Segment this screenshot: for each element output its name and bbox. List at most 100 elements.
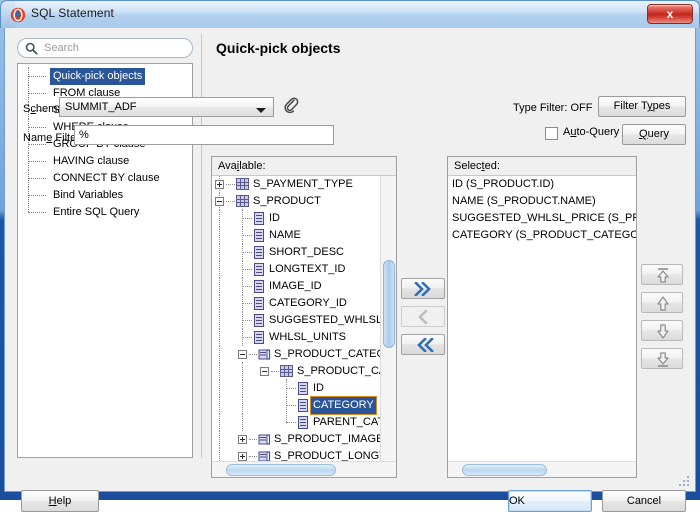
selected-panel: Selected: ID (S_PRODUCT.ID) NAME (S_PROD… — [447, 156, 637, 478]
tree-row-label: S_PRODUCT — [253, 195, 321, 207]
list-item[interactable]: SUGGESTED_WHLSL_PRICE (S_PROD — [448, 210, 636, 227]
expander-icon[interactable] — [260, 367, 269, 376]
selected-list[interactable]: ID (S_PRODUCT.ID) NAME (S_PRODUCT.NAME) … — [448, 176, 636, 477]
sidebar-item-connect-by-clause[interactable]: CONNECT BY clause — [18, 169, 192, 187]
double-chevron-right-icon — [414, 282, 431, 296]
tree-row-label: IMAGE_ID — [269, 280, 322, 292]
column-icon — [254, 212, 264, 225]
list-item[interactable]: NAME (S_PRODUCT.NAME) — [448, 193, 636, 210]
list-item[interactable]: ID (S_PRODUCT.ID) — [448, 176, 636, 193]
ok-button[interactable]: OK — [508, 490, 592, 512]
selected-horizontal-scrollbar[interactable] — [448, 461, 636, 477]
arrow-down-to-line-icon — [657, 352, 669, 367]
title-bar: SQL Statement x — [0, 0, 700, 29]
expander-icon[interactable] — [238, 452, 247, 461]
tree-row[interactable]: LONGTEXT_ID — [212, 260, 396, 278]
table-icon — [236, 195, 249, 207]
sidebar-item-entire-sql-query[interactable]: Entire SQL Query — [18, 203, 192, 221]
scrollbar-thumb[interactable] — [462, 464, 547, 476]
cancel-button[interactable]: Cancel — [602, 490, 686, 512]
available-horizontal-scrollbar[interactable] — [212, 461, 396, 477]
sidebar-item-having-clause[interactable]: HAVING clause — [18, 152, 192, 170]
auto-query-label: Auto-Query — [563, 126, 620, 138]
available-tree[interactable]: S_PAYMENT_TYPE S_PRODUCT ID NAME SHORT_D… — [212, 176, 396, 477]
tree-row-label: S_PRODUCT_IMAGE_ — [274, 433, 390, 445]
tree-row-label: ID — [313, 382, 324, 394]
single-chevron-left-icon — [418, 310, 428, 324]
tree-row[interactable]: NAME — [212, 226, 396, 244]
navigation-tree[interactable]: Quick-pick objects FROM clause SELECT cl… — [17, 63, 193, 458]
move-to-top-button[interactable] — [641, 264, 683, 285]
tree-guide — [28, 203, 29, 212]
double-chevron-left-icon — [417, 338, 434, 352]
expander-icon[interactable] — [238, 350, 247, 359]
resize-grip[interactable] — [679, 476, 691, 488]
tree-row-label: CATEGORY_ID — [269, 297, 347, 309]
tree-row[interactable]: PARENT_CAT — [212, 413, 396, 431]
column-icon — [254, 246, 264, 259]
tree-row[interactable]: ID — [212, 379, 396, 397]
close-button[interactable]: x — [647, 4, 693, 24]
column-icon — [254, 314, 264, 327]
available-panel: Available: S_PAYMENT_TYPE S_PRODUCT ID N… — [211, 156, 397, 478]
expander-icon[interactable] — [238, 435, 247, 444]
column-icon — [254, 331, 264, 344]
tree-row[interactable]: CATEGORY_ID — [212, 294, 396, 312]
column-icon — [298, 416, 308, 429]
expander-icon[interactable] — [215, 197, 224, 206]
tree-row[interactable]: S_PRODUCT_CAT — [212, 362, 396, 380]
table-icon — [280, 365, 293, 377]
list-item[interactable]: CATEGORY (S_PRODUCT_CATEGORI — [448, 227, 636, 244]
add-all-button[interactable] — [401, 278, 445, 299]
tree-row[interactable]: SUGGESTED_WHLSL_I — [212, 311, 396, 329]
tree-dash — [28, 127, 46, 128]
scrollbar-thumb[interactable] — [383, 260, 395, 348]
sidebar-item-label: CONNECT BY clause — [53, 172, 160, 184]
list-item-label: SUGGESTED_WHLSL_PRICE (S_PROD — [452, 212, 636, 224]
selected-header: Selected: — [448, 157, 636, 176]
checkbox-box[interactable] — [545, 127, 558, 140]
column-icon — [254, 280, 264, 293]
tree-row[interactable]: S_PRODUCT_CATEGO — [212, 345, 396, 363]
schema-select[interactable]: SUMMIT_ADF — [59, 97, 274, 117]
column-icon — [254, 263, 264, 276]
move-up-button[interactable] — [641, 292, 683, 313]
move-down-button[interactable] — [641, 320, 683, 341]
expander-icon[interactable] — [215, 180, 224, 189]
tree-row[interactable]: ID — [212, 209, 396, 227]
sidebar-item-label: Quick-pick objects — [50, 68, 146, 85]
sidebar-item-quick-pick-objects[interactable]: Quick-pick objects — [18, 67, 192, 85]
move-to-bottom-button[interactable] — [641, 348, 683, 369]
tree-row-label: PARENT_CAT — [313, 416, 385, 428]
sidebar-item-bind-variables[interactable]: Bind Variables — [18, 186, 192, 204]
tree-dash — [28, 93, 46, 94]
available-vertical-scrollbar[interactable] — [380, 176, 396, 461]
tree-row[interactable]: S_PAYMENT_TYPE — [212, 176, 396, 193]
tree-dash — [28, 161, 46, 162]
tree-row[interactable]: S_PRODUCT — [212, 192, 396, 210]
tree-row-label: SUGGESTED_WHLSL_I — [269, 314, 392, 326]
scrollbar-thumb[interactable] — [226, 464, 336, 476]
foreign-key-icon — [258, 348, 271, 361]
tree-row[interactable]: IMAGE_ID — [212, 277, 396, 295]
tree-row[interactable]: S_PRODUCT_IMAGE_ — [212, 430, 396, 448]
filter-types-button[interactable]: Filter Types — [598, 96, 686, 117]
query-button[interactable]: Query — [622, 124, 686, 145]
sidebar-item-label: HAVING clause — [53, 155, 130, 167]
sql-statement-dialog: SQL Statement x Search Quick-pick object… — [0, 0, 700, 512]
paperclip-icon[interactable] — [283, 96, 299, 114]
tree-row[interactable]: SHORT_DESC — [212, 243, 396, 261]
search-input[interactable]: Search — [17, 38, 193, 58]
schema-value: SUMMIT_ADF — [65, 101, 137, 113]
chevron-down-icon[interactable] — [256, 100, 271, 114]
remove-all-button[interactable] — [401, 334, 445, 355]
name-filter-input[interactable]: % — [74, 125, 334, 145]
foreign-key-icon — [258, 433, 271, 446]
arrow-down-icon — [657, 324, 669, 339]
oracle-logo-icon — [10, 7, 26, 23]
tree-row[interactable]: WHLSL_UNITS — [212, 328, 396, 346]
tree-row-label: S_PAYMENT_TYPE — [253, 178, 353, 190]
remove-button — [401, 306, 445, 327]
tree-row-selected[interactable]: CATEGORY — [212, 396, 396, 415]
help-button[interactable]: Help — [21, 490, 99, 512]
